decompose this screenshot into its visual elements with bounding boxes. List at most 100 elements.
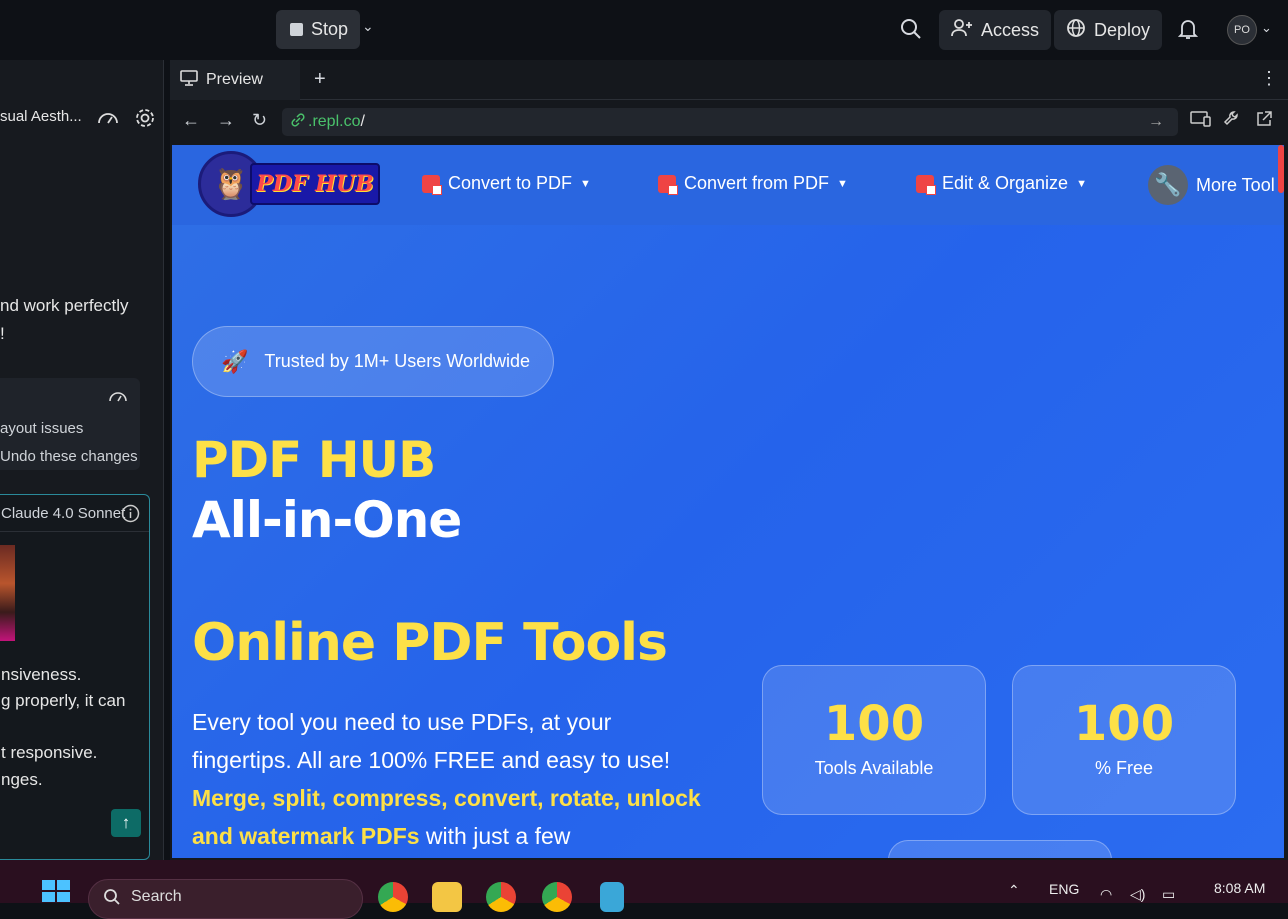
stop-icon [290, 23, 303, 36]
undo-changes-link[interactable]: Undo these changes [0, 448, 138, 465]
nav-label: More Tool [1196, 174, 1275, 195]
notepad-icon[interactable] [600, 882, 624, 912]
pdf-hub-logo[interactable]: 🦉 PDF HUB [198, 151, 382, 221]
nav-label: Edit & Organize [942, 173, 1069, 193]
stat-value: 100 [1073, 696, 1175, 752]
language-indicator[interactable]: ENG [1049, 881, 1079, 897]
more-vertical-icon[interactable]: ⋮ [1260, 68, 1278, 89]
tab-bar: Preview + ⋮ [170, 60, 1288, 100]
chat-title: sual Aesth... [0, 108, 82, 125]
add-user-icon [951, 18, 973, 43]
headline-brand: PDF HUB [192, 431, 436, 489]
headline-online-tools: Online PDF Tools [192, 613, 668, 673]
wrench-icon[interactable] [1223, 110, 1241, 133]
preview-pane: Preview + ⋮ ← → ↻ .repl.co / → 🦉 PDF HUB… [170, 60, 1288, 860]
stat-card-tools: 100 Tools Available [762, 665, 986, 815]
trusted-badge: 🚀 Trusted by 1M+ Users Worldwide [192, 326, 554, 397]
chat-text-line: nsiveness. [1, 665, 82, 684]
forward-arrow-icon[interactable]: → [217, 110, 235, 131]
plus-icon[interactable]: + [314, 68, 326, 91]
stat-card-partial [888, 840, 1112, 858]
trusted-text: Trusted by 1M+ Users Worldwide [264, 351, 530, 371]
stat-card-free: 100 % Free [1012, 665, 1236, 815]
devices-icon[interactable] [1190, 110, 1212, 133]
chat-message-line: ! [0, 324, 5, 343]
wifi-icon[interactable]: ◠ [1100, 886, 1112, 903]
edit-icon [916, 174, 936, 195]
stop-button[interactable]: Stop [276, 10, 360, 49]
stat-label: Tools Available [814, 758, 934, 778]
caret-down-icon: ▼ [580, 177, 591, 190]
top-bar: Stop ⌄ Access Deploy PO ⌄ [0, 0, 1288, 60]
monitor-icon [180, 69, 198, 91]
stat-label: % Free [1094, 758, 1154, 778]
hero-description: Every tool you need to use PDFs, at your… [192, 703, 712, 855]
taskbar-search[interactable]: Search [88, 879, 363, 919]
nav-more-tools[interactable]: 🔧 More Tool [1148, 165, 1275, 205]
chat-message-line: nd work perfectly [0, 296, 129, 315]
arrow-up-icon: ↑ [121, 813, 131, 832]
send-button[interactable]: ↑ [111, 809, 141, 837]
chevron-down-icon[interactable]: ⌄ [362, 18, 374, 35]
attachment-thumbnail[interactable] [0, 545, 15, 641]
nav-edit-organize[interactable]: Edit & Organize ▼ [916, 173, 1087, 195]
model-selector[interactable]: Claude 4.0 Sonnet [1, 505, 125, 522]
back-arrow-icon[interactable]: ← [182, 110, 200, 131]
url-bar: ← → ↻ .repl.co / → [170, 100, 1288, 145]
info-icon[interactable] [121, 504, 140, 526]
url-path: / [360, 113, 365, 130]
deploy-button[interactable]: Deploy [1054, 10, 1163, 50]
chrome-icon[interactable] [378, 882, 408, 912]
caret-down-icon: ▼ [837, 177, 848, 190]
pdf-hub-website: 🦉 PDF HUB Convert to PDF ▼ Convert from … [172, 145, 1284, 858]
avatar[interactable]: PO [1227, 15, 1257, 45]
globe-icon [1066, 18, 1086, 43]
checkpoint-text: ayout issues [0, 420, 84, 437]
windows-start-icon[interactable] [42, 880, 70, 902]
speedometer-icon[interactable] [97, 108, 119, 131]
refresh-icon[interactable]: ↻ [252, 110, 267, 131]
bell-icon[interactable] [1177, 18, 1199, 46]
avatar-initials: PO [1234, 24, 1250, 36]
nav-convert-from-pdf[interactable]: Convert from PDF ▼ [658, 173, 848, 195]
chrome-profile-icon[interactable] [486, 882, 516, 912]
chat-text-line: g properly, it can [1, 691, 126, 710]
stop-label: Stop [311, 19, 349, 39]
site-navbar: 🦉 PDF HUB Convert to PDF ▼ Convert from … [172, 145, 1284, 225]
search-icon[interactable] [900, 18, 922, 46]
go-arrow-icon[interactable]: → [1148, 113, 1164, 131]
chevron-up-icon[interactable]: ⌃ [1008, 882, 1020, 899]
nav-label: Convert to PDF [448, 173, 573, 193]
caret-down-icon: ▼ [1076, 177, 1087, 190]
chrome-profile-icon[interactable] [542, 882, 572, 912]
url-input[interactable]: .repl.co / → [282, 108, 1178, 136]
desc-text: with just a few [419, 823, 571, 849]
file-explorer-icon[interactable] [432, 882, 462, 912]
access-button[interactable]: Access [939, 10, 1052, 50]
search-icon [103, 888, 121, 911]
agent-chat-panel: sual Aesth... nd work perfectly ! ayout … [0, 60, 164, 860]
search-label: Search [131, 888, 182, 905]
tab-preview[interactable]: Preview [170, 60, 300, 100]
chat-text-line: nges. [1, 770, 43, 789]
nav-convert-to-pdf[interactable]: Convert to PDF ▼ [422, 173, 591, 195]
volume-icon[interactable]: ◁) [1130, 886, 1145, 903]
battery-icon[interactable]: ▭ [1162, 886, 1175, 903]
external-link-icon[interactable] [1255, 110, 1273, 133]
headline-all-in-one: All-in-One [192, 491, 462, 549]
chevron-down-icon[interactable]: ⌄ [1261, 20, 1272, 36]
chat-input-box[interactable]: Claude 4.0 Sonnet nsiveness. g properly,… [0, 494, 150, 860]
url-host: .repl.co [308, 113, 361, 130]
speedometer-icon [108, 388, 128, 407]
convert-icon [658, 174, 678, 195]
gear-icon[interactable] [134, 107, 156, 135]
wrench-icon: 🔧 [1148, 165, 1188, 205]
link-icon [290, 112, 306, 133]
chat-text-line: t responsive. [1, 743, 98, 762]
stat-value: 100 [823, 696, 925, 752]
nav-label: Convert from PDF [684, 173, 830, 193]
clock-time[interactable]: 8:08 AM [1214, 880, 1265, 896]
scrollbar-thumb[interactable] [1278, 145, 1284, 193]
tab-label: Preview [206, 71, 263, 88]
windows-taskbar: Search ⌃ ENG ◠ ◁) ▭ 8:08 AM [0, 860, 1288, 919]
